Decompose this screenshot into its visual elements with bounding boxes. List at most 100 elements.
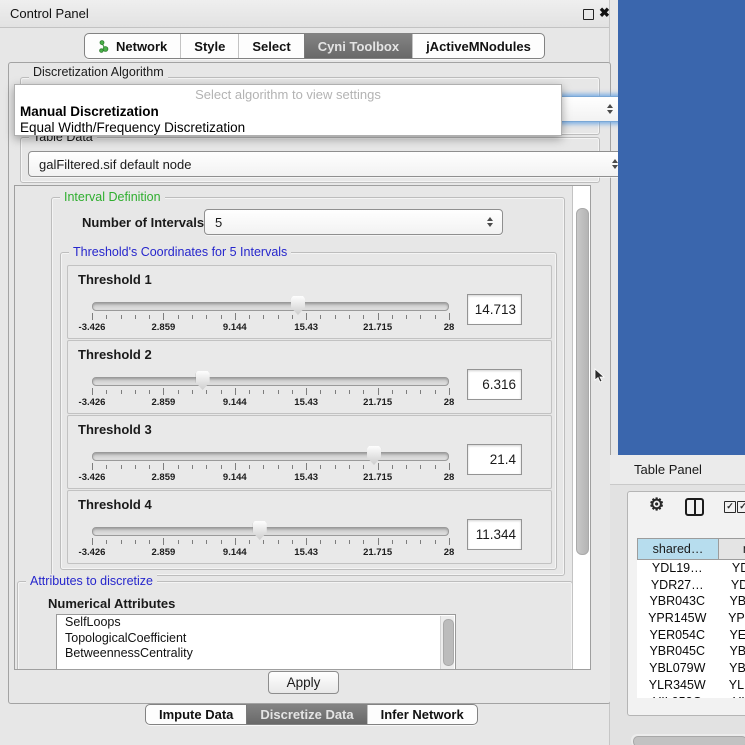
table-row[interactable]: YPR145WYPR145W xyxy=(637,610,745,627)
table-cell-shared-name[interactable]: YPR145W xyxy=(637,610,718,627)
slider-ticks xyxy=(92,313,449,321)
table-cell-shared-name[interactable]: YBR045C xyxy=(637,643,718,660)
network-window-frame[interactable]: GAL80 GA C GAL11 GAL4 GCY1 H HAP2 xyxy=(618,0,745,455)
control-panel-titlebar: Control Panel ✖ xyxy=(0,0,609,28)
number-of-intervals-label: Number of Intervals xyxy=(82,215,204,230)
table-cell-shared-name[interactable]: YDL19… xyxy=(637,560,718,577)
threshold-2-value-field[interactable]: 6.316 xyxy=(467,369,522,400)
tick-label: -3.426 xyxy=(79,322,106,333)
tick-label: 2.859 xyxy=(152,397,176,408)
algorithm-dropdown-popup: Select algorithm to view settings Manual… xyxy=(14,84,562,136)
panel-title: Control Panel xyxy=(10,6,89,21)
table-row[interactable]: YER054CYER054C xyxy=(637,627,745,644)
table-cell-name[interactable]: YBR045C xyxy=(718,643,745,660)
dropdown-option-equal-width[interactable]: Equal Width/Frequency Discretization xyxy=(15,120,561,136)
table-cell-name[interactable]: YBL079W xyxy=(718,660,745,677)
tab-style[interactable]: Style xyxy=(180,34,238,58)
table-cell-shared-name[interactable]: YIL053C xyxy=(637,694,718,699)
table-cell-shared-name[interactable]: YER054C xyxy=(637,627,718,644)
settings-gear-icon[interactable]: ⚙ xyxy=(649,495,664,515)
table-row[interactable]: YBL079WYBL079W xyxy=(637,660,745,677)
thresholds-group: Threshold's Coordinates for 5 Intervals … xyxy=(60,252,557,570)
tab-network[interactable]: Network xyxy=(85,34,180,58)
list-item-betweennesscentrality[interactable]: BetweennessCentrality xyxy=(57,646,455,662)
slider-tick-labels: -3.4262.8599.14415.4321.71528 xyxy=(92,547,449,558)
tick-label: -3.426 xyxy=(79,472,106,483)
threshold-panel-1: Threshold 1 -3.4262.8599.14415.4321.7152… xyxy=(67,265,552,339)
table-cell-name[interactable]: YDL19… xyxy=(718,560,745,577)
table-row[interactable]: YBR045CYBR045C xyxy=(637,643,745,660)
table-cell-name[interactable]: YIL053C xyxy=(718,694,745,699)
thresholds-group-label: Threshold's Coordinates for 5 Intervals xyxy=(69,245,291,259)
slider-track[interactable] xyxy=(92,302,449,311)
tick-label: 2.859 xyxy=(152,322,176,333)
apply-button[interactable]: Apply xyxy=(268,671,339,694)
table-cell-name[interactable]: YDR27… xyxy=(718,577,745,594)
table-row[interactable]: YDL19…YDL19… xyxy=(637,560,745,577)
table-cell-shared-name[interactable]: YBL079W xyxy=(637,660,718,677)
table-cell-name[interactable]: YLR345W xyxy=(718,677,745,694)
interval-definition-label: Interval Definition xyxy=(60,190,165,204)
table-data-combobox[interactable]: galFiltered.sif default node xyxy=(28,151,628,177)
threshold-slider[interactable]: -3.4262.8599.14415.4321.71528 xyxy=(92,373,449,411)
table-body: YDL19…YDL19…YDR27…YDR27…YBR043CYBR043CYP… xyxy=(637,560,745,698)
threshold-4-value-field[interactable]: 11.344 xyxy=(467,519,522,550)
tick-label: -3.426 xyxy=(79,397,106,408)
table-cell-shared-name[interactable]: YBR043C xyxy=(637,593,718,610)
tab-discretize-data[interactable]: Discretize Data xyxy=(246,705,366,724)
tab-impute-data[interactable]: Impute Data xyxy=(146,705,246,724)
list-item-topologicalcoefficient[interactable]: TopologicalCoefficient xyxy=(57,631,455,647)
tick-label: 9.144 xyxy=(223,472,247,483)
dropdown-placeholder: Select algorithm to view settings xyxy=(15,85,561,104)
tab-infer-network[interactable]: Infer Network xyxy=(367,705,477,724)
column-header-shared-name[interactable]: shared… xyxy=(637,538,719,560)
table-row[interactable]: YIL053CYIL053C xyxy=(637,694,745,699)
tab-label: Select xyxy=(252,39,290,54)
tick-label: 9.144 xyxy=(223,322,247,333)
threshold-slider[interactable]: -3.4262.8599.14415.4321.71528 xyxy=(92,448,449,486)
tab-label: jActiveMNodules xyxy=(426,39,531,54)
column-header-name[interactable]: name xyxy=(719,538,745,560)
slider-track[interactable] xyxy=(92,377,449,386)
tab-label: Impute Data xyxy=(159,707,233,722)
settings-scrollbar[interactable] xyxy=(572,186,590,669)
table-cell-name[interactable]: YPR145W xyxy=(718,610,745,627)
list-scrollbar-thumb[interactable] xyxy=(443,619,454,666)
tab-label: Cyni Toolbox xyxy=(318,39,399,54)
list-item-selfloops[interactable]: SelfLoops xyxy=(57,615,455,631)
checkbox-select-column-2-icon[interactable]: ✓ xyxy=(737,501,745,513)
checkbox-select-column-1-icon[interactable]: ✓ xyxy=(724,501,736,513)
tick-label: 21.715 xyxy=(363,547,392,558)
table-row[interactable]: YBR043CYBR043C xyxy=(637,593,745,610)
table-horizontal-scrollbar[interactable] xyxy=(631,734,745,745)
tab-select[interactable]: Select xyxy=(238,34,303,58)
threshold-3-value-field[interactable]: 21.4 xyxy=(467,444,522,475)
table-panel-titlebar: Table Panel xyxy=(610,455,745,485)
slider-track[interactable] xyxy=(92,527,449,536)
tab-cyni-toolbox[interactable]: Cyni Toolbox xyxy=(304,34,412,58)
float-window-icon[interactable] xyxy=(583,9,594,20)
threshold-1-value-field[interactable]: 14.713 xyxy=(467,294,522,325)
table-panel-title: Table Panel xyxy=(634,462,702,477)
tick-label: 21.715 xyxy=(363,397,392,408)
table-row[interactable]: YLR345WYLR345W xyxy=(637,677,745,694)
table-cell-name[interactable]: YER054C xyxy=(718,627,745,644)
attributes-group-label: Attributes to discretize xyxy=(26,574,157,588)
list-scrollbar[interactable] xyxy=(440,616,454,670)
table-cell-shared-name[interactable]: YDR27… xyxy=(637,577,718,594)
table-cell-shared-name[interactable]: YLR345W xyxy=(637,677,718,694)
split-view-icon[interactable] xyxy=(685,498,704,516)
number-of-intervals-combobox[interactable]: 5 xyxy=(204,209,503,235)
threshold-slider[interactable]: -3.4262.8599.14415.4321.71528 xyxy=(92,298,449,336)
tab-jactivemnodules[interactable]: jActiveMNodules xyxy=(412,34,544,58)
tab-label: Style xyxy=(194,39,225,54)
table-cell-name[interactable]: YBR043C xyxy=(718,593,745,610)
dropdown-option-manual[interactable]: Manual Discretization xyxy=(15,104,561,120)
table-horizontal-scrollbar-thumb[interactable] xyxy=(633,736,745,745)
discretization-algorithm-label: Discretization Algorithm xyxy=(29,65,168,79)
table-row[interactable]: YDR27…YDR27… xyxy=(637,577,745,594)
tick-label: 9.144 xyxy=(223,547,247,558)
settings-scrollbar-thumb[interactable] xyxy=(576,208,589,555)
threshold-slider[interactable]: -3.4262.8599.14415.4321.71528 xyxy=(92,523,449,561)
slider-track[interactable] xyxy=(92,452,449,461)
